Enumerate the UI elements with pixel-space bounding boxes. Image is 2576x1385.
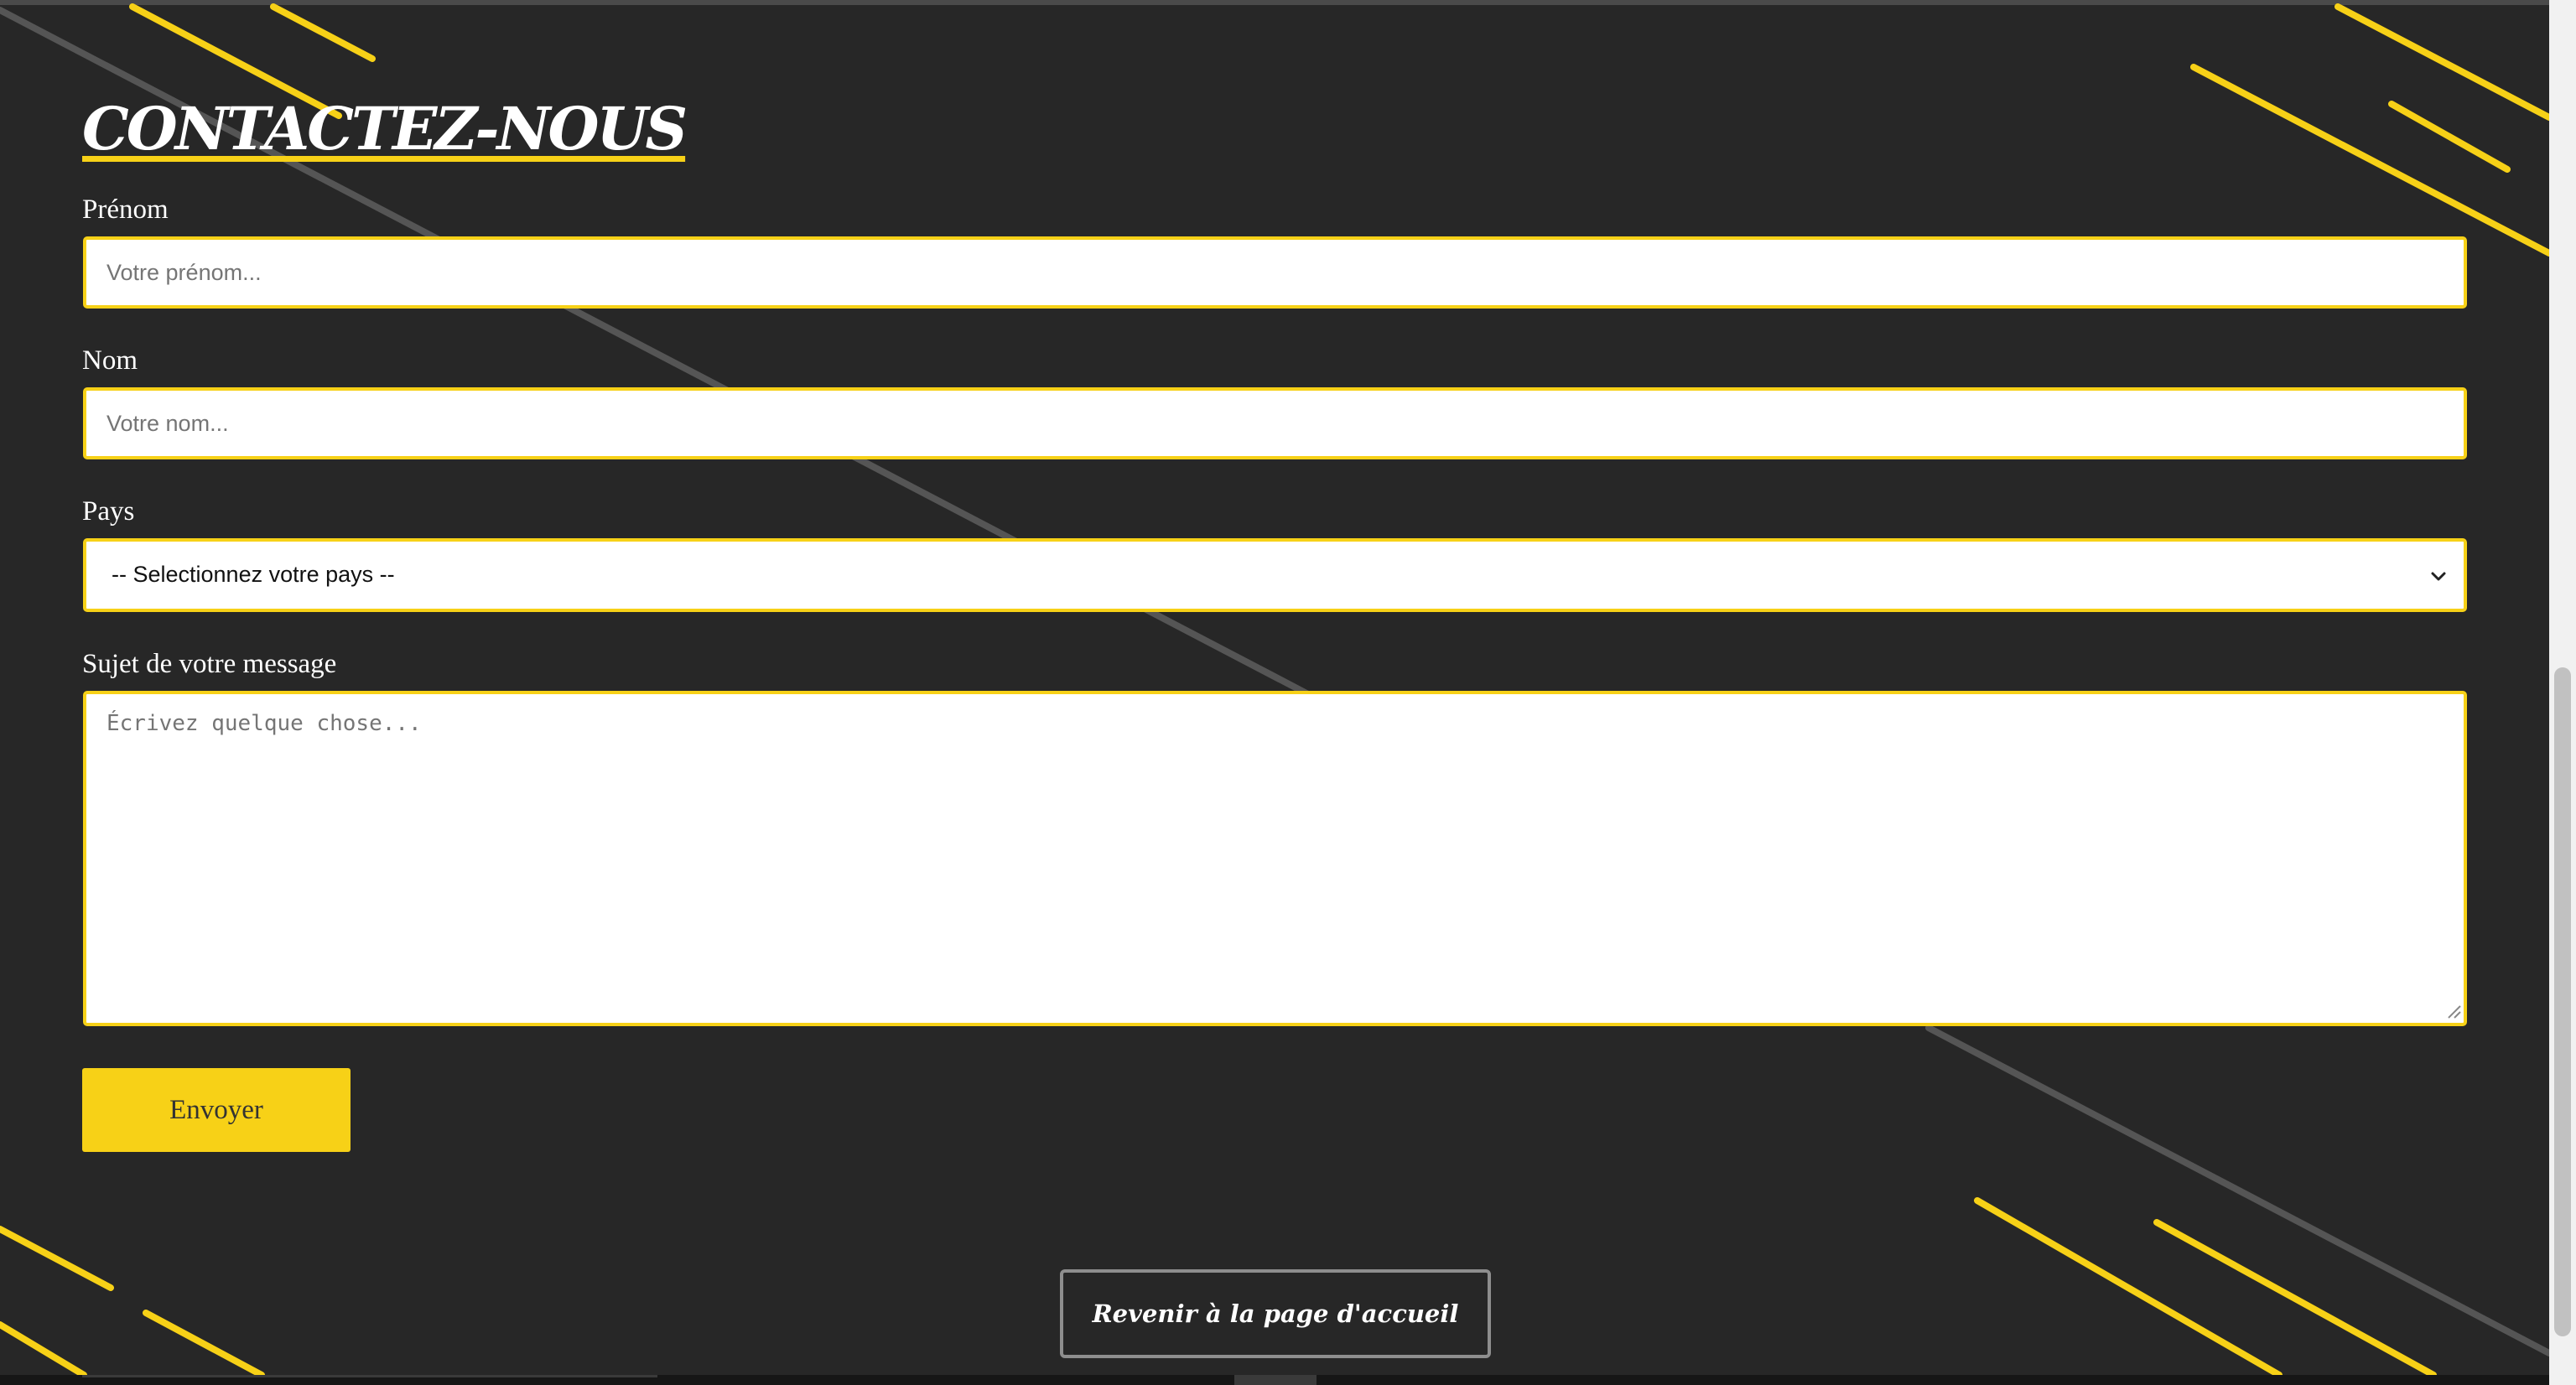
firstname-label: Prénom [82, 195, 169, 225]
country-select[interactable]: -- Selectionnez votre pays -- [83, 538, 2467, 612]
chevron-down-icon [2431, 572, 2446, 581]
subject-label: Sujet de votre message [82, 649, 337, 679]
firstname-input[interactable] [83, 236, 2467, 309]
scrollbar-thumb[interactable] [2554, 667, 2571, 1336]
resize-grip-icon[interactable] [2445, 1003, 2462, 1019]
bottom-strip-segment [1234, 1375, 1317, 1385]
background-diagonal-stripes [0, 3, 2549, 1375]
submit-button[interactable]: Envoyer [82, 1068, 351, 1152]
contact-page: CONTACTEZ-NOUS Prénom Nom Pays -- Select… [0, 0, 2549, 1375]
vertical-scrollbar[interactable] [2549, 0, 2576, 1385]
bottom-strip-segment [82, 1375, 657, 1377]
bottom-strip [0, 1375, 2549, 1385]
lastname-label: Nom [82, 345, 138, 376]
back-to-home-button[interactable]: Revenir à la page d'accueil [1060, 1269, 1491, 1358]
top-border [0, 0, 2549, 5]
lastname-input[interactable] [83, 387, 2467, 459]
country-select-value: -- Selectionnez votre pays -- [112, 562, 395, 587]
country-label: Pays [82, 496, 135, 527]
page-title: CONTACTEZ-NOUS [82, 94, 688, 163]
subject-textarea[interactable] [83, 691, 2467, 1026]
